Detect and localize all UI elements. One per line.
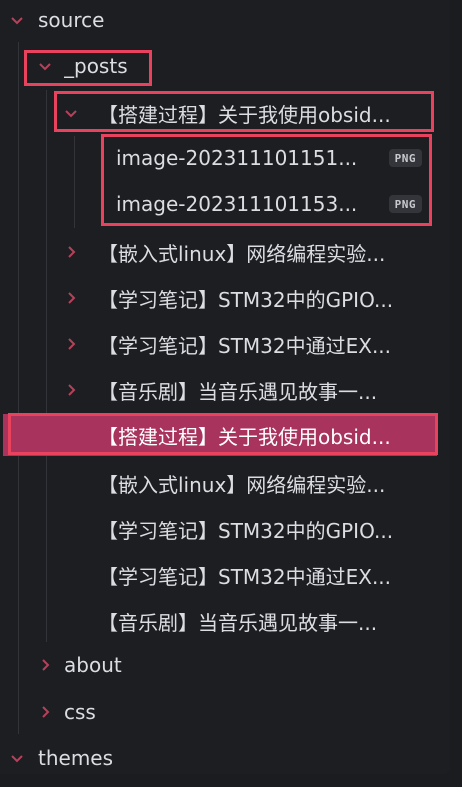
folder-label: 【音乐剧】当音乐遇见故事一... — [98, 379, 378, 404]
tree-file[interactable]: 【学习笔记】STM32中通过EX... — [0, 552, 450, 598]
chevron-right-icon — [38, 658, 52, 672]
chevron-right-icon — [64, 383, 78, 397]
file-label: image-202311101153... — [116, 192, 358, 216]
chevron-down-icon — [10, 13, 24, 27]
file-label: 【学习笔记】STM32中通过EX... — [98, 564, 392, 589]
chevron-right-icon — [38, 705, 52, 719]
tree-folder-collapsed[interactable]: 【学习笔记】STM32中通过EX... — [0, 321, 450, 367]
tree-folder-collapsed[interactable]: 【嵌入式linux】网络编程实验... — [0, 229, 450, 275]
file-label: 【学习笔记】STM32中的GPIO... — [98, 518, 394, 543]
tree-folder-expanded-post[interactable]: 【搭建过程】关于我使用obsid... — [0, 90, 450, 136]
folder-label: 【学习笔记】STM32中的GPIO... — [98, 287, 394, 312]
tree-file-selected[interactable]: 【搭建过程】关于我使用obsid... — [3, 414, 437, 456]
file-type-badge: PNG — [388, 149, 422, 167]
file-label: 【音乐剧】当音乐遇见故事一... — [98, 610, 378, 635]
tree-file[interactable]: 【嵌入式linux】网络编程实验... — [0, 460, 450, 506]
file-explorer-panel: source _posts 【搭建过程】关于我使用obsid... image-… — [0, 0, 450, 774]
tree-folder-source[interactable]: source — [0, 0, 450, 43]
file-type-badge: PNG — [388, 195, 422, 213]
chevron-right-icon — [64, 291, 78, 305]
folder-label: 【学习笔记】STM32中通过EX... — [98, 333, 392, 358]
tree-folder-collapsed[interactable]: 【学习笔记】STM32中的GPIO... — [0, 275, 450, 321]
chevron-down-icon — [38, 59, 52, 73]
tree-file[interactable]: 【音乐剧】当音乐遇见故事一... — [0, 598, 450, 644]
chevron-down-icon — [10, 751, 24, 765]
tree-file-image[interactable]: image-202311101151... PNG — [0, 135, 450, 181]
tree-folder-posts[interactable]: _posts — [0, 43, 450, 89]
tree-file[interactable]: 【学习笔记】STM32中的GPIO... — [0, 506, 450, 552]
tree-folder-about[interactable]: about — [0, 642, 450, 688]
chevron-right-icon — [64, 245, 78, 259]
folder-label: source — [38, 8, 105, 32]
chevron-down-icon — [64, 106, 78, 120]
folder-label: about — [64, 653, 122, 677]
chevron-right-icon — [64, 337, 78, 351]
tree-folder-themes[interactable]: themes — [0, 735, 450, 781]
folder-label: themes — [38, 746, 114, 770]
folder-label: _posts — [64, 54, 128, 78]
tree-file-image[interactable]: image-202311101153... PNG — [0, 181, 450, 227]
file-label: image-202311101151... — [116, 146, 358, 170]
folder-label: 【搭建过程】关于我使用obsid... — [98, 102, 391, 127]
tree-folder-css[interactable]: css — [0, 689, 450, 735]
folder-label: css — [64, 700, 96, 724]
folder-label: 【嵌入式linux】网络编程实验... — [98, 241, 386, 266]
file-label: 【嵌入式linux】网络编程实验... — [98, 472, 386, 497]
file-label: 【搭建过程】关于我使用obsid... — [98, 424, 391, 449]
tree-folder-collapsed[interactable]: 【音乐剧】当音乐遇见故事一... — [0, 367, 450, 413]
